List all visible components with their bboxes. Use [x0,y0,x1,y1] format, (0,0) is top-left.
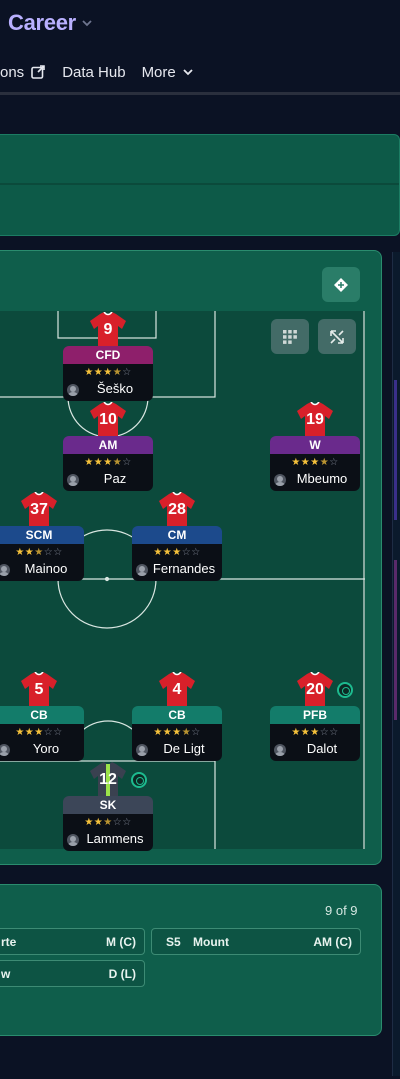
avatar [136,744,148,756]
player-card-scm[interactable]: 37 SCM ★★★☆☆ Mainoo [0,492,84,596]
player-name: Lammens [86,831,144,846]
avatar [67,384,79,396]
position-tag: SCM [0,526,84,545]
nav-item-label: ons [0,63,25,81]
position-tag: SK [63,796,153,815]
star-rating: ★★★☆☆ [15,727,63,738]
nav-item-label: More [141,63,176,81]
player-card-cfd[interactable]: 9 CFD ★★★★☆ Šeško [63,312,153,416]
star-rating: ★★★★☆ [291,457,339,468]
external-link-icon [31,65,45,79]
player-info: ★★★★☆ Mbeumo [270,454,360,491]
top-navigation: Career ons Data Hub More [0,0,400,95]
player-name: De Ligt [163,741,205,756]
chemistry-icon [131,772,147,788]
bench-row[interactable]: S5 Mount AM (C) [151,928,361,955]
avatar [67,834,79,846]
side-panel-strip [394,560,397,720]
position-tag: W [270,436,360,455]
chevron-down-icon[interactable] [80,16,94,30]
expand-icon [330,329,344,344]
player-info: ★★★★☆ Paz [63,454,153,491]
shirt-number: 28 [168,501,186,518]
bench-player-name: w [1,967,11,981]
nav-item-external[interactable]: ons [0,64,46,81]
grid-view-button[interactable] [271,319,309,354]
position-tag: PFB [270,706,360,725]
player-info: ★★★★☆ Šeško [63,364,153,401]
bench-player-position: AM (C) [313,935,352,949]
shirt-number: 9 [103,321,113,338]
player-card-w[interactable]: 19 W ★★★★☆ Mbeumo [270,402,360,506]
chemistry-icon [337,682,353,698]
bench-slot: S5 [166,935,181,949]
star-rating: ★★★★☆ [84,457,132,468]
star-rating: ★★★☆☆ [15,547,63,558]
position-tag: CM [132,526,222,545]
avatar [274,744,286,756]
player-card-am[interactable]: 10 AM ★★★★☆ Paz [63,402,153,506]
player-card-cb1[interactable]: 5 CB ★★★☆☆ Yoro [0,672,84,776]
nav-item-more[interactable]: More [142,64,194,81]
bench-player-position: D (L) [108,967,136,981]
grid-icon [283,329,297,344]
bench-row[interactable]: rte M (C) [0,928,145,955]
nav-item-label: Data Hub [62,63,126,81]
player-info: ★★★☆☆ Lammens [63,814,153,851]
shirt-number: 4 [172,681,182,698]
shirt-number: 37 [30,501,48,518]
star-rating: ★★★☆☆ [153,547,201,558]
swap-icon [334,277,348,292]
avatar [136,564,148,576]
avatar [67,474,79,486]
position-tag: CFD [63,346,153,365]
star-rating: ★★★☆☆ [291,727,339,738]
player-name: Fernandes [152,561,216,576]
nav-menu: ons Data Hub More [0,62,210,82]
bench-player-name: Mount [193,935,229,949]
chevron-down-icon [183,69,193,76]
page-title[interactable]: Career [8,10,76,36]
player-info: ★★★☆☆ Yoro [0,724,84,761]
bench-player-name: rte [1,935,17,949]
avatar [0,564,10,576]
shirt-number: 19 [306,411,324,428]
divider [0,183,399,185]
avatar [0,744,10,756]
player-name: Yoro [32,741,60,756]
star-rating: ★★★☆☆ [84,817,132,828]
player-name: Paz [103,471,127,486]
position-tag: CB [132,706,222,725]
star-rating: ★★★★☆ [84,367,132,378]
side-panel-strip [394,380,397,520]
expand-button[interactable] [318,319,356,354]
player-name: Dalot [306,741,338,756]
player-info: ★★★☆☆ Fernandes [132,544,222,581]
bench-player-position: M (C) [106,935,136,949]
shirt-number: 5 [34,681,44,698]
player-info: ★★★☆☆ Dalot [270,724,360,761]
player-name: Mainoo [24,561,68,576]
player-card-cm[interactable]: 28 CM ★★★☆☆ Fernandes [132,492,222,596]
player-name: Mbeumo [296,471,348,486]
bench-count: 9 of 9 [325,903,358,918]
nav-item-data-hub[interactable]: Data Hub [62,64,125,81]
avatar [274,474,286,486]
player-name: Šeško [96,381,134,396]
position-tag: CB [0,706,84,725]
position-tag: AM [63,436,153,455]
shirt-number: 10 [99,411,117,428]
player-info: ★★★☆☆ Mainoo [0,544,84,581]
star-rating: ★★★★☆ [153,727,201,738]
swap-button[interactable] [322,267,360,302]
info-banner [0,134,400,236]
bench-row[interactable]: w D (L) [0,960,145,987]
player-info: ★★★★☆ De Ligt [132,724,222,761]
player-card-cb2[interactable]: 4 CB ★★★★☆ De Ligt [132,672,222,776]
